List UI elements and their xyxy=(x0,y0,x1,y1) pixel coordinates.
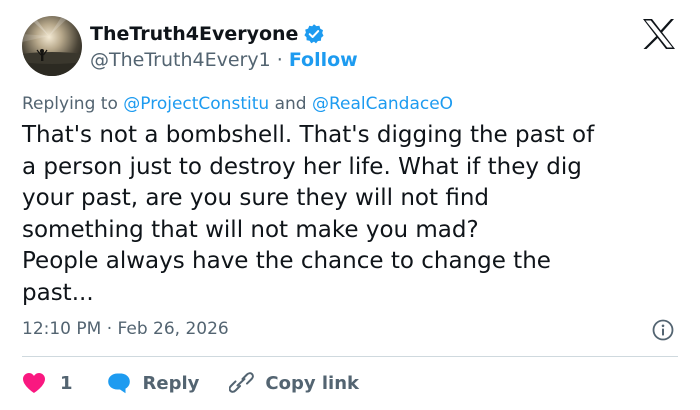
heart-icon xyxy=(23,373,45,393)
copy-link-label: Copy link xyxy=(265,372,359,394)
like-button[interactable]: 1 xyxy=(22,372,73,394)
follow-button[interactable]: Follow xyxy=(289,49,358,71)
info-icon[interactable] xyxy=(652,319,674,341)
x-logo-icon[interactable] xyxy=(642,18,676,50)
tweet-timestamp[interactable]: 12:10 PM · Feb 26, 2026 xyxy=(22,318,229,340)
tweet-time: 12:10 PM xyxy=(22,319,102,339)
avatar-image xyxy=(22,16,82,76)
author-handle[interactable]: @TheTruth4Every1 xyxy=(90,49,271,71)
tweet-text-line: past... xyxy=(22,279,94,306)
tweet-text-line: People always have the chance to change … xyxy=(22,248,551,274)
tweet-text-line: That's not a bombshell. That's digging t… xyxy=(22,122,595,148)
timestamp-separator: · xyxy=(106,319,113,339)
like-count: 1 xyxy=(60,372,73,394)
reply-label: Reply xyxy=(142,372,200,394)
reply-mention-1[interactable]: @ProjectConstitu xyxy=(123,94,269,114)
copy-link-button[interactable]: Copy link xyxy=(229,372,359,394)
verified-badge-icon xyxy=(304,24,324,44)
tweet-text-line: your past, are you sure they will not fi… xyxy=(22,185,489,211)
avatar[interactable] xyxy=(22,16,82,76)
link-icon xyxy=(229,372,255,393)
reply-context-prefix: Replying to xyxy=(22,94,118,114)
handle-separator: · xyxy=(276,49,283,71)
reply-context-conjunction: and xyxy=(274,94,307,114)
divider xyxy=(22,356,678,357)
tweet-text-line: a person just to destroy her life. What … xyxy=(22,153,582,180)
reply-button[interactable]: Reply xyxy=(107,372,200,394)
tweet-text-line: something that will not make you mad? xyxy=(22,216,479,243)
author-display-name[interactable]: TheTruth4Everyone xyxy=(90,22,298,46)
action-bar: 1 Reply Copy link xyxy=(22,370,359,396)
tweet-text: That's not a bombshell. That's digging t… xyxy=(22,120,682,309)
tweet-card: TheTruth4Everyone @TheTruth4Every1 · Fol… xyxy=(0,0,700,410)
reply-context: Replying to @ProjectConstitu and @RealCa… xyxy=(22,93,453,115)
tweet-date: Feb 26, 2026 xyxy=(117,319,229,339)
reply-bubble-icon xyxy=(107,373,130,394)
author-handle-row: @TheTruth4Every1 · Follow xyxy=(90,48,358,72)
reply-mention-2[interactable]: @RealCandaceO xyxy=(312,94,453,114)
